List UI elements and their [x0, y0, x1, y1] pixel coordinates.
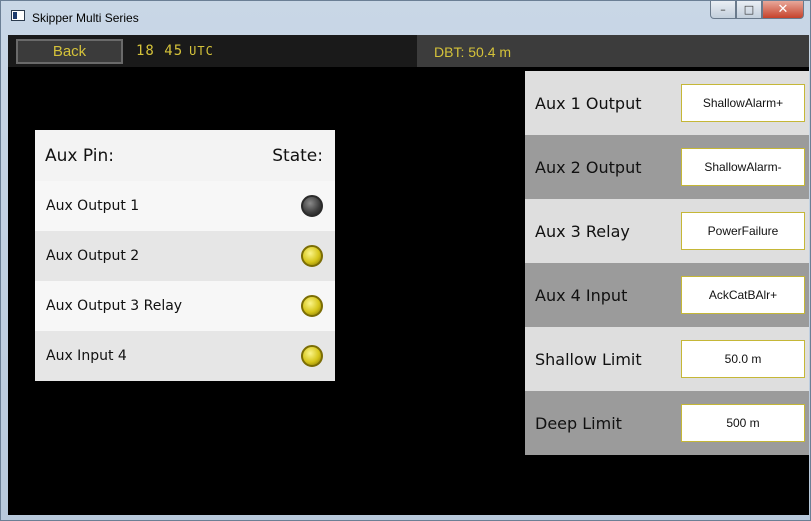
- aux-row-label: Aux Input 4: [46, 348, 127, 364]
- status-led-icon: [301, 195, 323, 217]
- aux-row: Aux Output 1: [35, 181, 335, 231]
- aux-table-header: Aux Pin: State:: [35, 130, 335, 181]
- config-label: Deep Limit: [535, 413, 622, 433]
- aux-state-table: Aux Pin: State: Aux Output 1 Aux Output …: [35, 130, 335, 381]
- back-button[interactable]: Back: [16, 39, 123, 64]
- config-row-aux2: Aux 2 Output ShallowAlarm-: [525, 135, 809, 199]
- window-title: Skipper Multi Series: [32, 11, 139, 25]
- status-led-icon: [301, 295, 323, 317]
- config-label: Aux 3 Relay: [535, 221, 630, 241]
- aux-row: Aux Input 4: [35, 331, 335, 381]
- aux-row: Aux Output 3 Relay: [35, 281, 335, 331]
- aux-row-label: Aux Output 3 Relay: [46, 298, 183, 314]
- aux-state-header: State:: [272, 145, 323, 166]
- maximize-button[interactable]: □: [736, 1, 762, 19]
- config-label: Aux 4 Input: [535, 285, 628, 305]
- config-label: Aux 2 Output: [535, 157, 642, 177]
- status-led-icon: [301, 245, 323, 267]
- aux1-output-select[interactable]: ShallowAlarm+: [681, 84, 805, 122]
- aux2-output-select[interactable]: ShallowAlarm-: [681, 148, 805, 186]
- aux4-input-select[interactable]: AckCatBAlr+: [681, 276, 805, 314]
- config-row-deep-limit: Deep Limit 500 m: [525, 391, 809, 455]
- app-window: Skipper Multi Series – □ ✕ Back 18 45 UTC…: [0, 0, 811, 521]
- config-row-aux3: Aux 3 Relay PowerFailure: [525, 199, 809, 263]
- shallow-limit-field[interactable]: 50.0 m: [681, 340, 805, 378]
- aux-row: Aux Output 2: [35, 231, 335, 281]
- aux-row-label: Aux Output 2: [46, 248, 140, 264]
- config-row-aux4: Aux 4 Input AckCatBAlr+: [525, 263, 809, 327]
- config-row-aux1: Aux 1 Output ShallowAlarm+: [525, 71, 809, 135]
- top-bar: Back 18 45 UTC DBT: 50.4 m: [8, 35, 809, 67]
- client-area: Back 18 45 UTC DBT: 50.4 m Aux Pin: State…: [8, 35, 809, 515]
- status-led-icon: [301, 345, 323, 367]
- aux-config-panel: Aux 1 Output ShallowAlarm+ Aux 2 Output …: [525, 71, 809, 455]
- config-row-shallow-limit: Shallow Limit 50.0 m: [525, 327, 809, 391]
- config-label: Shallow Limit: [535, 349, 642, 369]
- minimize-button[interactable]: –: [710, 1, 736, 19]
- aux-row-label: Aux Output 1: [46, 198, 140, 214]
- config-label: Aux 1 Output: [535, 93, 642, 113]
- window-controls: – □ ✕: [710, 1, 804, 21]
- utc-unit: UTC: [189, 44, 214, 58]
- utc-time-value: 18 45: [136, 43, 184, 59]
- app-icon: [11, 10, 25, 21]
- deep-limit-field[interactable]: 500 m: [681, 404, 805, 442]
- aux3-relay-select[interactable]: PowerFailure: [681, 212, 805, 250]
- depth-readout: DBT: 50.4 m: [434, 44, 512, 60]
- close-button[interactable]: ✕: [762, 1, 804, 19]
- aux-pin-header: Aux Pin:: [45, 145, 114, 166]
- title-bar[interactable]: Skipper Multi Series – □ ✕: [1, 1, 810, 35]
- utc-clock: 18 45 UTC: [136, 43, 214, 59]
- depth-panel: DBT: 50.4 m: [417, 35, 809, 67]
